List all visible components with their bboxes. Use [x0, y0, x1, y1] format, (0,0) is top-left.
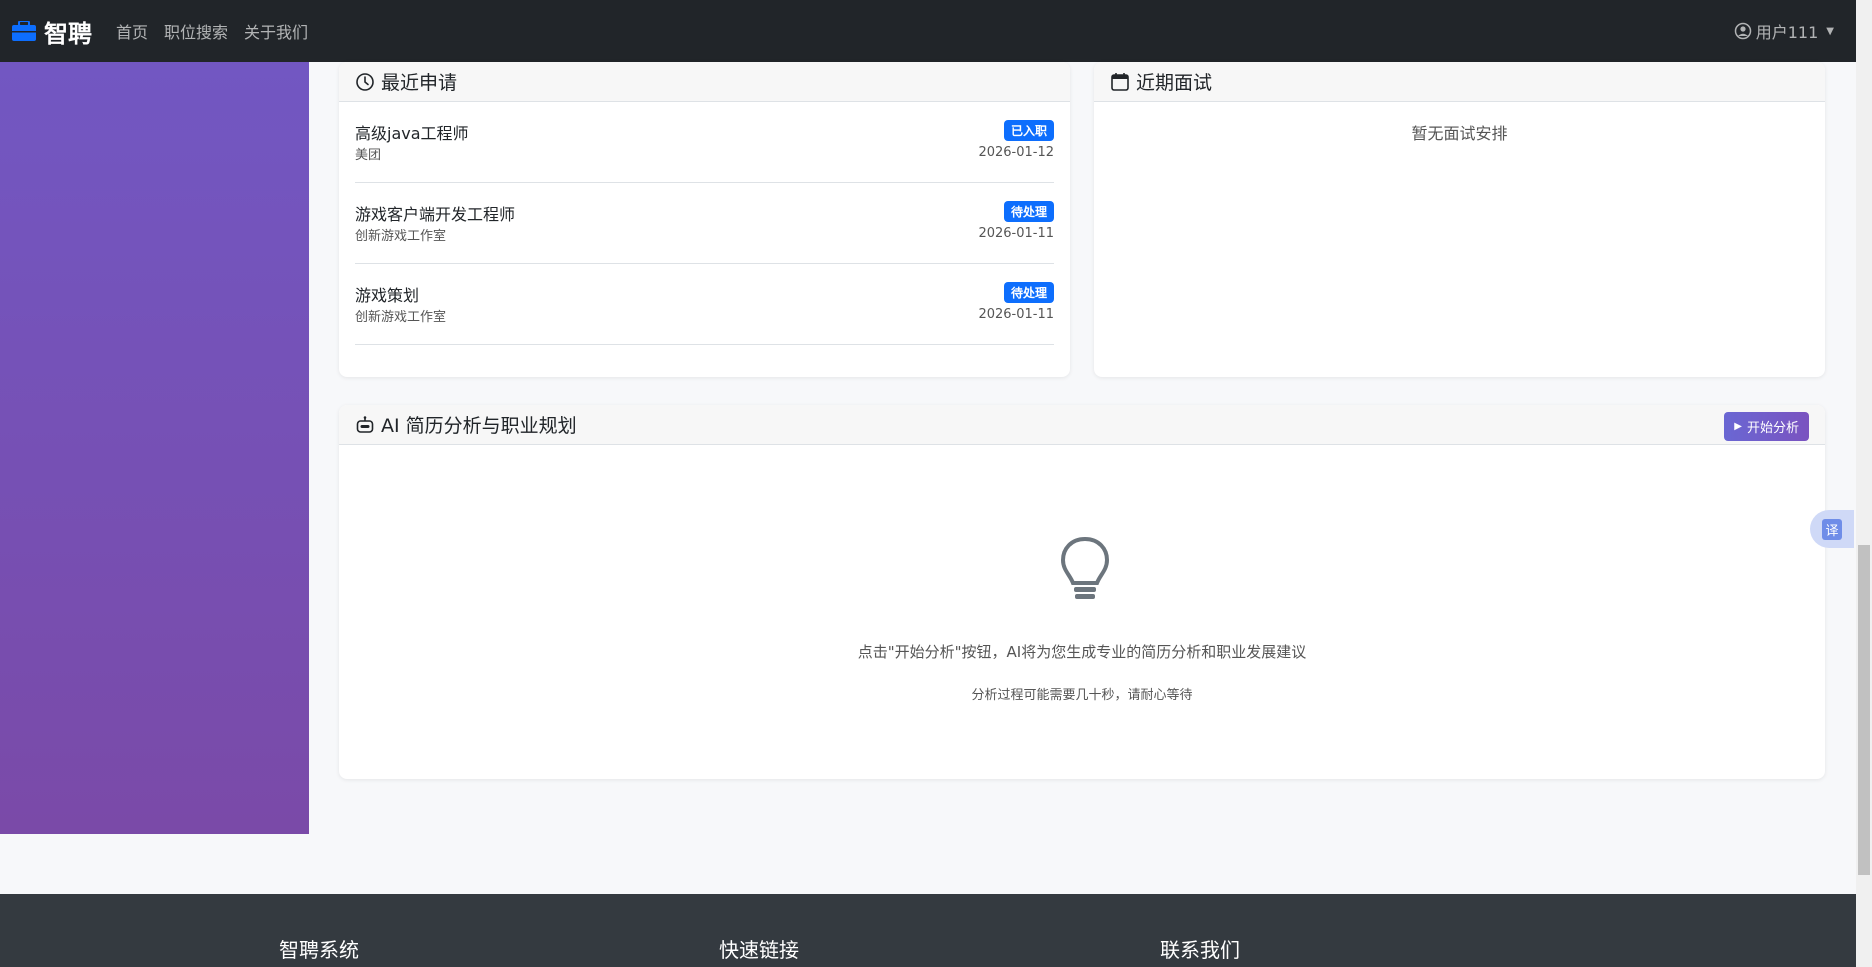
ai-hint-text: 点击"开始分析"按钮，AI将为您生成专业的简历分析和职业发展建议 [857, 643, 1307, 661]
scrollbar-thumb[interactable] [1858, 545, 1870, 875]
status-badge: 已入职 [1003, 120, 1054, 141]
brand-name: 智聘 [44, 19, 92, 48]
upcoming-interviews-card: 近期面试 暂无面试安排 [1094, 62, 1825, 377]
user-dropdown[interactable]: 用户111 ▼ [1734, 0, 1834, 62]
page-scrollbar[interactable] [1856, 0, 1872, 967]
card-header: 最近申请 [339, 62, 1070, 102]
robot-icon [356, 415, 374, 433]
ai-analysis-card: AI 简历分析与职业规划 ▶ 开始分析 点击"开始分析"按钮，AI将为您生成专业… [339, 405, 1825, 779]
card-title: AI 简历分析与职业规划 [381, 415, 577, 437]
ai-analysis-body: 点击"开始分析"按钮，AI将为您生成专业的简历分析和职业发展建议 分析过程可能需… [339, 445, 1825, 778]
user-circle-icon [1734, 22, 1751, 40]
footer: 智聘系统 快速链接 联系我们 [0, 894, 1856, 967]
status-badge: 待处理 [1003, 282, 1054, 303]
footer-heading-quick-links: 快速链接 [719, 938, 799, 962]
chevron-down-icon: ▼ [1826, 25, 1834, 37]
footer-heading-contact: 联系我们 [1160, 938, 1240, 962]
translate-label: 译 [1822, 518, 1842, 540]
calendar-icon [1111, 72, 1129, 91]
application-item[interactable]: 游戏客户端开发工程师 创新游戏工作室 待处理 2026-01-11 [355, 183, 1054, 264]
sidebar [0, 62, 309, 834]
company-name: 创新游戏工作室 [355, 310, 447, 325]
job-title: 高级java工程师 [355, 124, 469, 143]
nav-link-job-search[interactable]: 职位搜索 [164, 19, 228, 43]
play-icon: ▶ [1734, 421, 1742, 432]
brand[interactable]: 智聘 [12, 14, 92, 49]
user-name: 用户111 [1755, 23, 1819, 42]
ai-wait-text: 分析过程可能需要几十秒，请耐心等待 [971, 688, 1193, 703]
card-title: 近期面试 [1136, 72, 1213, 94]
lightbulb-icon [1060, 536, 1110, 599]
start-analysis-button[interactable]: ▶ 开始分析 [1724, 412, 1809, 441]
application-date: 2026-01-11 [978, 226, 1054, 241]
card-title: 最近申请 [381, 72, 458, 94]
card-header: AI 简历分析与职业规划 ▶ 开始分析 [339, 405, 1825, 445]
footer-heading-system: 智聘系统 [279, 938, 359, 962]
company-name: 美团 [355, 148, 382, 163]
company-name: 创新游戏工作室 [355, 229, 447, 244]
recent-applications-card: 最近申请 高级java工程师 美团 已入职 2026-01-12 游戏客户端开发… [339, 62, 1070, 377]
application-date: 2026-01-11 [978, 307, 1054, 322]
briefcase-icon [12, 21, 36, 41]
job-title: 游戏策划 [355, 286, 420, 305]
nav-link-home[interactable]: 首页 [116, 19, 148, 43]
application-date: 2026-01-12 [978, 145, 1054, 160]
application-item[interactable]: 游戏策划 创新游戏工作室 待处理 2026-01-11 [355, 264, 1054, 345]
job-title: 游戏客户端开发工程师 [355, 205, 516, 224]
application-item[interactable]: 高级java工程师 美团 已入职 2026-01-12 [355, 102, 1054, 183]
card-header: 近期面试 [1094, 62, 1825, 102]
start-analysis-label: 开始分析 [1746, 421, 1799, 436]
clock-icon [356, 72, 374, 91]
empty-state-text: 暂无面试安排 [1411, 124, 1508, 143]
status-badge: 待处理 [1003, 201, 1054, 222]
nav-link-about[interactable]: 关于我们 [244, 19, 308, 43]
translate-button[interactable]: 译 [1810, 510, 1854, 548]
top-navbar: 智聘 首页 职位搜索 关于我们 用户111 ▼ [0, 0, 1856, 62]
